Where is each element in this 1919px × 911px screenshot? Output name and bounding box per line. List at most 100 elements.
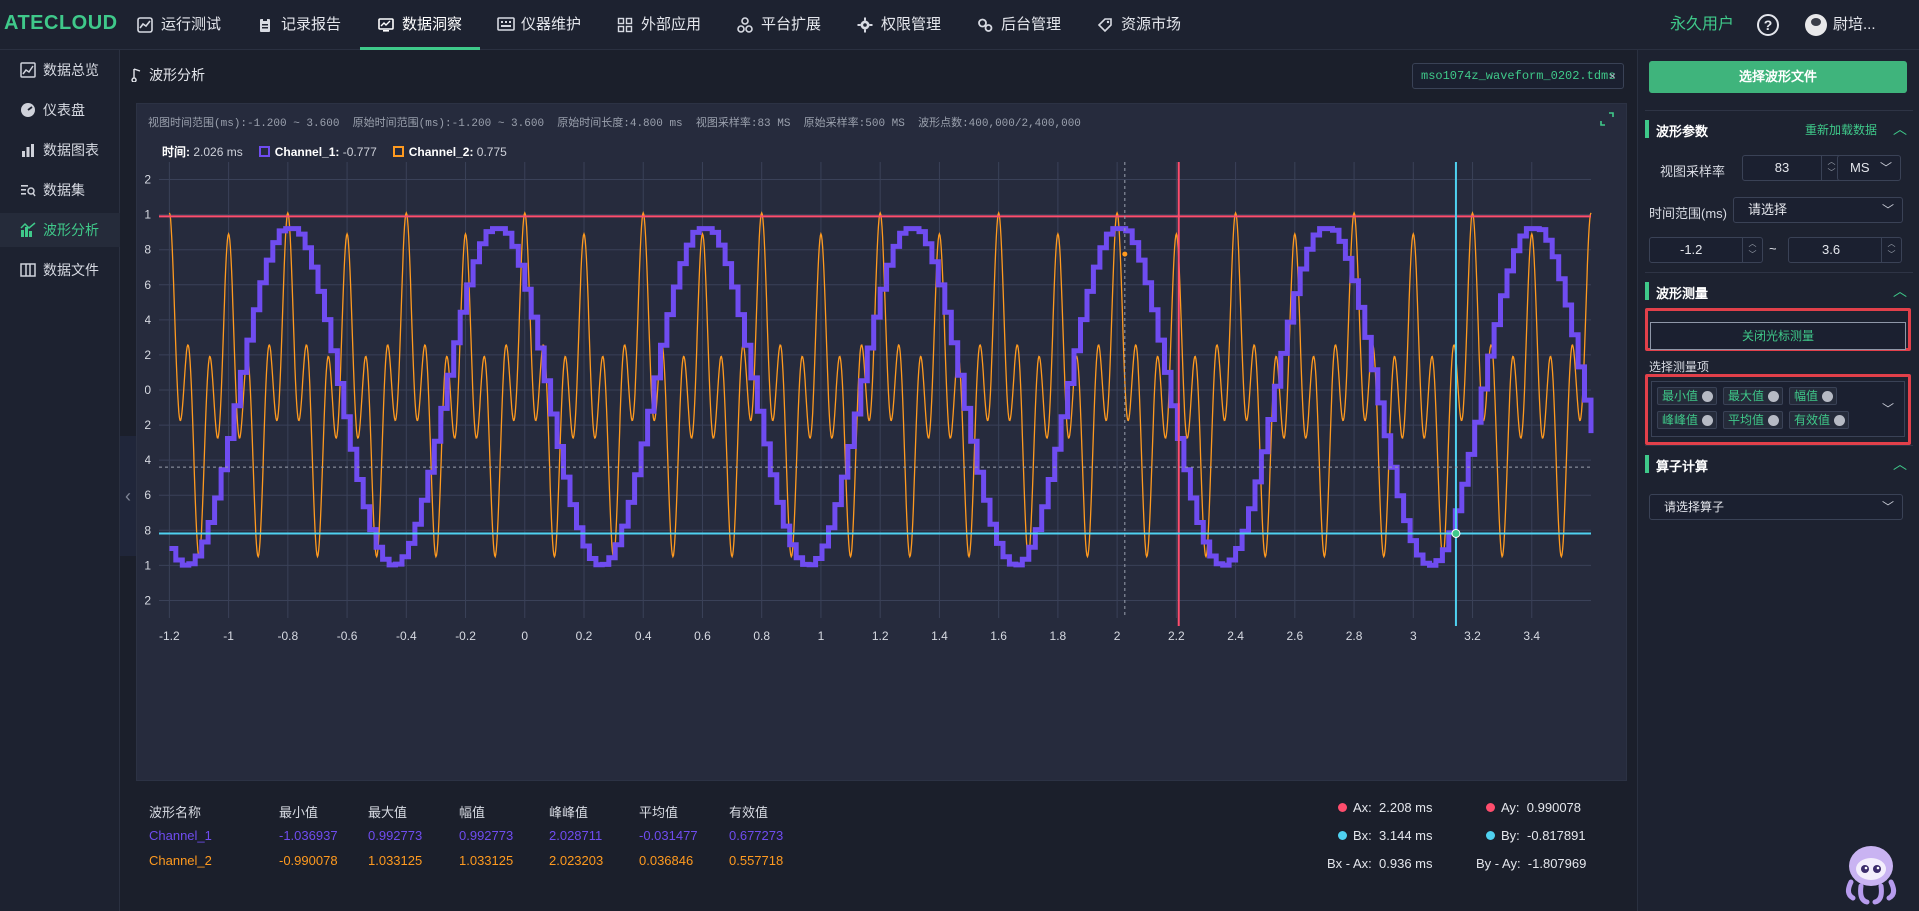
time-range-placeholder: 请选择 [1748, 202, 1788, 217]
section-title: 波形参数 [1656, 124, 1709, 139]
cursor-dx-label: Bx - Ax: [1327, 856, 1372, 871]
assistant-mascot-icon[interactable] [1835, 836, 1905, 906]
bar-chart-icon [20, 142, 36, 158]
legend-swatch-channel-2 [392, 145, 404, 157]
nav-item-permission[interactable]: 权限管理 [857, 0, 941, 50]
chevron-up-icon[interactable]: ︿ [1893, 281, 1907, 301]
nav-label: 资源市场 [1121, 16, 1182, 33]
cursor-by-value: -0.817891 [1527, 828, 1586, 843]
section-waveform-measure[interactable]: 波形测量 ︿ [1645, 272, 1913, 308]
sidebar-item-dataset[interactable]: 数据集 [0, 173, 120, 207]
close-icon[interactable] [1702, 415, 1714, 426]
nav-item-record-report[interactable]: 记录报告 [257, 0, 341, 50]
chevron-down-icon: ﹀ [1881, 500, 1894, 514]
cursor-dy-value: -1.807969 [1527, 856, 1587, 871]
waveform-chart[interactable]: -1.2 -1 -0.8 -0.6 -0.4 -0.2 0 0.2 0.4 0.6 0.8 1 1.2 1… [145, 162, 1617, 777]
help-icon[interactable]: ? [1757, 14, 1779, 36]
app-logo[interactable]: ATECLOUD [4, 12, 118, 35]
time-range-label: 时间范围(ms) [1649, 206, 1727, 221]
close-icon[interactable] [1768, 415, 1780, 426]
chart-icon [20, 62, 36, 78]
y-tick-label: -1 [145, 558, 151, 572]
x-tick-label: 3.4 [1523, 629, 1540, 643]
stats-cell: -1.036937 [279, 828, 338, 843]
legend-channel-2[interactable]: Channel_2: 0.775 [392, 145, 507, 159]
cursor-a-dot [1486, 803, 1495, 812]
nav-item-resource-market[interactable]: 资源市场 [1097, 0, 1181, 50]
gear-icon [857, 17, 873, 33]
readout-time-value: 2.026 ms [193, 145, 243, 159]
stats-header: 最小值 [279, 805, 319, 820]
username[interactable]: 尉培... [1833, 0, 1876, 50]
x-tick-label: -0.6 [337, 629, 358, 643]
measure-tag-label: 峰峰值 [1662, 413, 1699, 427]
measure-tag-min[interactable]: 最小值 [1657, 387, 1718, 405]
reload-data-link[interactable]: 重新加载数据 [1805, 121, 1877, 138]
operator-select[interactable]: 请选择算子 ﹀ [1649, 494, 1903, 520]
measure-tag-rms[interactable]: 有效值 [1789, 411, 1850, 429]
time-to-input[interactable]: 3.6 ︿ ﹀ [1788, 237, 1902, 263]
stats-cell: -0.031477 [639, 828, 698, 843]
sidebar-item-dashboard[interactable]: 仪表盘 [0, 93, 120, 127]
legend-ch1-value: -0.777 [342, 144, 377, 159]
stats-cell: 1.033125 [368, 853, 423, 868]
x-tick-label: 2 [1114, 629, 1121, 643]
sidebar-item-data-charts[interactable]: 数据图表 [0, 133, 120, 167]
close-icon[interactable] [1768, 391, 1780, 402]
sample-rate-input[interactable]: 83 ︿ ﹀ [1742, 155, 1842, 181]
x-tick-label: 2.2 [1168, 629, 1185, 643]
time-from-input[interactable]: -1.2 ︿ ﹀ [1649, 237, 1763, 263]
waveform-icon [20, 222, 36, 238]
measure-tag-max[interactable]: 最大值 [1723, 387, 1784, 405]
stats-cell: Channel_2 [149, 853, 212, 868]
file-tag[interactable]: mso1074z_waveform_0202.tdms × [1412, 63, 1624, 89]
cursor-a-dot [1338, 803, 1347, 812]
x-tick-label: 3 [1410, 629, 1417, 643]
sidebar-item-data-files[interactable]: 数据文件 [0, 253, 120, 287]
nav-label: 仪器维护 [521, 16, 582, 33]
stats-header: 峰峰值 [549, 805, 589, 820]
close-icon[interactable]: × [1609, 64, 1616, 88]
nav-item-data-insight[interactable]: 数据洞察 [359, 0, 481, 50]
stepper-icon[interactable]: ︿ ﹀ [1742, 238, 1762, 262]
close-cursor-measure-button[interactable]: 关闭光标测量 [1650, 322, 1906, 350]
stepper-icon[interactable]: ︿ ﹀ [1881, 238, 1901, 262]
stats-header: 最大值 [368, 805, 408, 820]
choose-waveform-file-button[interactable]: 选择波形文件 [1649, 61, 1907, 93]
close-icon[interactable] [1834, 415, 1846, 426]
nav-item-run-test[interactable]: 运行测试 [137, 0, 221, 50]
x-tick-label: -1 [223, 629, 234, 643]
expand-icon[interactable] [1600, 112, 1614, 126]
nav-item-platform-extension[interactable]: 平台扩展 [737, 0, 821, 50]
sidebar-item-label: 数据总览 [43, 62, 99, 78]
nav-item-backend[interactable]: 后台管理 [977, 0, 1061, 50]
section-wave-params[interactable]: 波形参数 重新加载数据 ︿ [1645, 110, 1913, 146]
sample-rate-label: 视图采样率 [1660, 164, 1726, 179]
measure-tag-average[interactable]: 平均值 [1723, 411, 1784, 429]
sidebar-item-waveform-analysis[interactable]: 波形分析 [0, 213, 120, 247]
sample-rate-unit-select[interactable]: MS ﹀ [1837, 155, 1901, 181]
time-range-select[interactable]: 请选择 ﹀ [1733, 197, 1903, 223]
cursor-dy: By - Ay: -1.807969 [1476, 856, 1586, 871]
waveform-info-line: 视图时间范围(ms):-1.200 ~ 3.600 原始时间范围(ms):-1.… [148, 118, 1081, 130]
measure-tag-amplitude[interactable]: 幅值 [1789, 387, 1838, 405]
x-tick-label: 1 [818, 629, 825, 643]
close-icon[interactable] [1702, 391, 1714, 402]
sidebar-collapse-handle[interactable]: ‹ [120, 436, 136, 556]
x-tick-label: -0.4 [396, 629, 417, 643]
measure-tag-peak-to-peak[interactable]: 峰峰值 [1657, 411, 1718, 429]
avatar[interactable] [1805, 14, 1827, 36]
chevron-up-icon[interactable]: ︿ [1893, 454, 1907, 474]
section-accent-bar [1645, 282, 1649, 300]
legend-channel-1[interactable]: Channel_1: -0.777 [258, 144, 377, 159]
sidebar-item-data-overview[interactable]: 数据总览 [0, 53, 120, 87]
stats-cell: -0.990078 [279, 853, 338, 868]
stats-cell: 0.992773 [368, 828, 423, 843]
stats-cell: 0.036846 [639, 853, 694, 868]
section-operator[interactable]: 算子计算 ︿ [1645, 445, 1913, 481]
file-tag-name: mso1074z_waveform_0202.tdms [1421, 69, 1616, 83]
nav-item-external-apps[interactable]: 外部应用 [617, 0, 701, 50]
close-icon[interactable] [1822, 391, 1834, 402]
nav-item-instrument-maintenance[interactable]: 仪器维护 [497, 0, 581, 50]
chevron-up-icon[interactable]: ︿ [1893, 119, 1907, 139]
